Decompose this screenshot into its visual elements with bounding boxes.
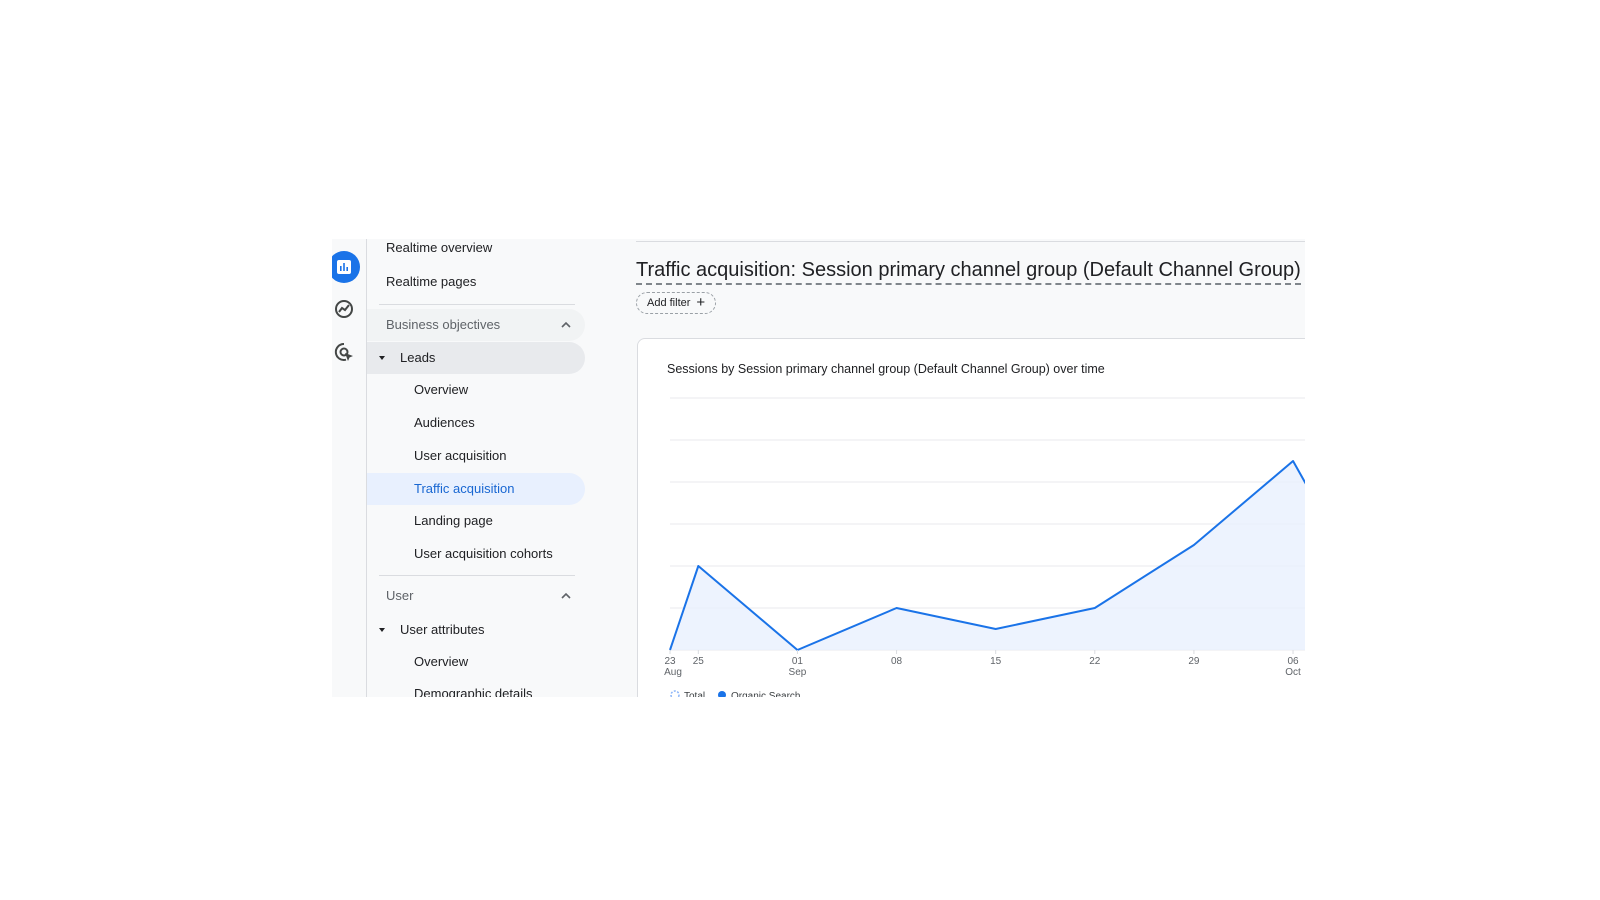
plus-icon: + xyxy=(696,294,706,311)
explore-icon[interactable] xyxy=(333,298,355,320)
sidebar-item-audiences[interactable]: Audiences xyxy=(367,407,585,439)
caret-down-icon xyxy=(379,628,385,632)
sidebar-item-label: User acquisition cohorts xyxy=(414,546,553,561)
sidebar-section-business-objectives[interactable]: Business objectives xyxy=(367,309,585,341)
page-title[interactable]: Traffic acquisition: Session primary cha… xyxy=(636,257,1301,285)
sidebar-item-label: Traffic acquisition xyxy=(414,481,515,496)
sidebar-item-user-acquisition-cohorts[interactable]: User acquisition cohorts xyxy=(367,538,585,570)
x-tick-label: 22 xyxy=(1089,656,1101,667)
sidebar-item-landing-page[interactable]: Landing page xyxy=(367,505,585,537)
divider xyxy=(379,304,575,305)
x-tick-label: 23 xyxy=(664,656,676,667)
sidebar-item-user-acquisition[interactable]: User acquisition xyxy=(367,440,585,472)
nav-rail xyxy=(332,239,367,697)
sidebar-item-label: Leads xyxy=(400,350,436,365)
sidebar-section-user[interactable]: User xyxy=(367,580,585,612)
sidebar-item-label: User acquisition xyxy=(414,448,507,463)
sidebar-item-label: Landing page xyxy=(414,513,493,528)
sidebar-item-label: Audiences xyxy=(414,415,475,430)
sidebar-item-label: Demographic details xyxy=(414,686,533,697)
x-tick-label: 06 xyxy=(1287,656,1299,667)
sidebar-item-user-overview[interactable]: Overview xyxy=(367,646,585,678)
sidebar-item-leads[interactable]: Leads xyxy=(367,342,585,374)
chart-card: Sessions by Session primary channel grou… xyxy=(637,338,1305,697)
x-tick-label: 01 xyxy=(792,656,804,667)
x-tick-label: 15 xyxy=(990,656,1002,667)
chevron-up-icon xyxy=(561,321,571,328)
analytics-app: Realtime overview Realtime pages Busines… xyxy=(332,239,1305,697)
advertising-icon[interactable] xyxy=(333,341,355,363)
x-tick-label: 08 xyxy=(891,656,903,667)
main-content: Traffic acquisition: Session primary cha… xyxy=(636,239,1305,697)
sidebar-item-label: Overview xyxy=(414,654,469,669)
x-tick-sublabel: Aug xyxy=(664,667,682,678)
sidebar-item-label: Realtime overview xyxy=(386,240,493,255)
sidebar-item-label: User xyxy=(386,588,414,603)
sidebar-item-traffic-acquisition[interactable]: Traffic acquisition xyxy=(367,473,585,505)
sidebar-item-label: Overview xyxy=(414,382,469,397)
x-tick-sublabel: Sep xyxy=(789,667,807,678)
reports-icon[interactable] xyxy=(333,256,355,278)
line-chart: 23Aug 25 01Sep 08 15 22 29 06Oct Total Organic Se… xyxy=(664,397,1305,697)
sidebar-item-demographic-details[interactable]: Demographic details xyxy=(367,678,585,697)
divider xyxy=(636,241,1305,242)
sidebar: Realtime overview Realtime pages Busines… xyxy=(367,239,636,697)
legend-organic-search-label: Organic Search xyxy=(731,691,800,697)
sidebar-item-realtime-pages[interactable]: Realtime pages xyxy=(367,266,585,298)
sidebar-item-label: User attributes xyxy=(400,622,485,637)
legend-total-label: Total xyxy=(684,691,705,697)
sidebar-item-realtime-overview[interactable]: Realtime overview xyxy=(367,239,585,264)
divider xyxy=(379,575,575,576)
add-filter-label: Add filter xyxy=(647,297,691,309)
sidebar-item-overview[interactable]: Overview xyxy=(367,374,585,406)
x-tick-label: 25 xyxy=(693,656,705,667)
sidebar-item-label: Realtime pages xyxy=(386,274,477,289)
legend-organic-search-icon xyxy=(718,691,726,697)
sidebar-item-user-attributes[interactable]: User attributes xyxy=(367,614,585,646)
add-filter-button[interactable]: Add filter + xyxy=(636,292,717,314)
x-tick-sublabel: Oct xyxy=(1285,667,1301,678)
chevron-up-icon xyxy=(561,592,571,599)
x-tick-label: 29 xyxy=(1188,656,1200,667)
sidebar-item-label: Business objectives xyxy=(386,317,501,332)
caret-down-icon xyxy=(379,356,385,360)
legend-total-icon xyxy=(670,690,680,697)
